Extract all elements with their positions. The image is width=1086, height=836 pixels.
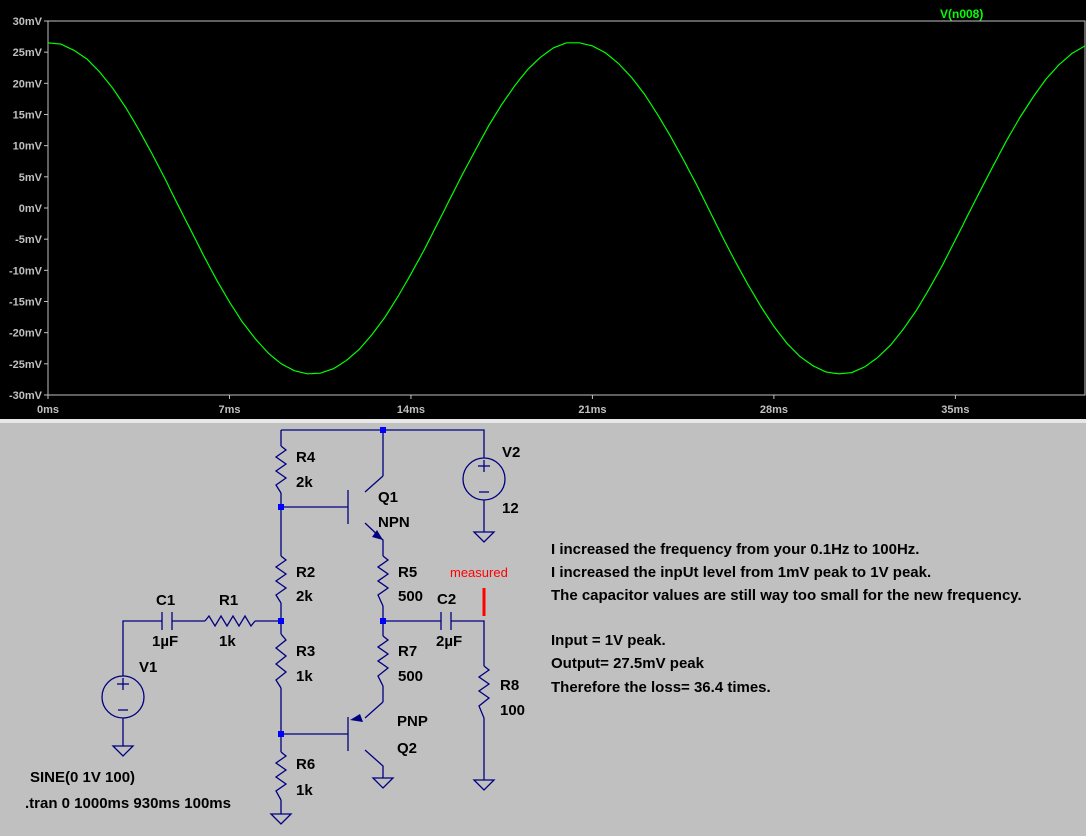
y-tick-label: -30mV <box>9 390 43 402</box>
x-axis-ticks: 0ms 7ms 14ms 21ms 28ms 35ms <box>37 395 969 416</box>
resistor-r5-symbol[interactable] <box>376 555 390 607</box>
y-tick-label: 25mV <box>13 47 43 59</box>
r6-name-label[interactable]: R6 <box>296 756 315 773</box>
y-tick-label: -15mV <box>9 297 43 309</box>
r3-name-label[interactable]: R3 <box>296 643 315 660</box>
note-line: I increased the frequency from your 0.1H… <box>551 541 919 558</box>
y-tick-label: 5mV <box>19 172 43 184</box>
y-tick-label: 0mV <box>19 203 43 215</box>
capacitor-c1-symbol[interactable] <box>161 612 173 630</box>
c2-name-label[interactable]: C2 <box>437 591 456 608</box>
resistor-r1-symbol[interactable] <box>204 614 256 628</box>
r7-name-label[interactable]: R7 <box>398 643 417 660</box>
sine-source-directive[interactable]: SINE(0 1V 100) <box>30 769 135 786</box>
tran-directive[interactable]: .tran 0 1000ms 930ms 100ms <box>25 795 231 812</box>
c2-value-label[interactable]: 2µF <box>436 633 462 650</box>
r8-name-label[interactable]: R8 <box>500 677 519 694</box>
x-tick-label: 35ms <box>941 404 969 416</box>
resistor-r4-symbol[interactable] <box>274 445 288 494</box>
x-tick-label: 0ms <box>37 404 59 416</box>
y-tick-label: 15mV <box>13 110 43 122</box>
y-tick-label: 20mV <box>13 78 43 90</box>
ground-symbol[interactable] <box>371 777 395 789</box>
r4-name-label[interactable]: R4 <box>296 449 316 466</box>
y-tick-label: -25mV <box>9 359 43 371</box>
series-line-v-n008[interactable] <box>47 42 1086 375</box>
r8-value-label[interactable]: 100 <box>500 702 525 719</box>
y-tick-label: 30mV <box>13 16 43 28</box>
note-line: Input = 1V peak. <box>551 632 666 649</box>
comment-block[interactable]: I increased the frequency from your 0.1H… <box>551 541 1022 696</box>
v1-name-label[interactable]: V1 <box>139 659 157 676</box>
voltage-source-v1-symbol[interactable] <box>101 675 145 719</box>
q2-name-label[interactable]: Q2 <box>397 740 417 757</box>
r1-value-label[interactable]: 1k <box>219 633 236 650</box>
resistor-r2-symbol[interactable] <box>274 555 288 604</box>
c1-name-label[interactable]: C1 <box>156 592 175 609</box>
r5-value-label[interactable]: 500 <box>398 588 423 605</box>
waveform-chart[interactable]: 30mV 25mV 20mV 15mV 10mV 5mV 0mV -5mV -10mV -15mV… <box>0 0 1086 420</box>
r3-value-label[interactable]: 1k <box>296 668 313 685</box>
ground-symbol[interactable] <box>472 779 496 791</box>
x-tick-label: 21ms <box>578 404 606 416</box>
junction-dots <box>278 427 386 737</box>
ground-symbol[interactable] <box>269 813 293 825</box>
resistor-r3-symbol[interactable] <box>274 633 288 689</box>
r2-name-label[interactable]: R2 <box>296 564 315 581</box>
note-line: I increased the inpUt level from 1mV pea… <box>551 564 931 581</box>
resistor-r7-symbol[interactable] <box>376 635 390 687</box>
plot-area-frame <box>47 20 1086 396</box>
q1-name-label[interactable]: Q1 <box>378 489 398 506</box>
legend-entry-v-n008[interactable]: V(n008) <box>940 7 983 21</box>
y-tick-label: 10mV <box>13 141 43 153</box>
measured-label: measured <box>450 565 508 580</box>
r6-value-label[interactable]: 1k <box>296 782 313 799</box>
r1-name-label[interactable]: R1 <box>219 592 238 609</box>
x-tick-label: 7ms <box>218 404 240 416</box>
y-tick-label: -10mV <box>9 265 43 277</box>
c1-value-label[interactable]: 1µF <box>152 633 178 650</box>
x-tick-label: 14ms <box>397 404 425 416</box>
y-tick-label: -20mV <box>9 328 43 340</box>
ground-symbol[interactable] <box>472 531 496 543</box>
resistor-r6-symbol[interactable] <box>274 751 288 801</box>
schematic-pane[interactable]: measured R4 2k Q1 NPN V2 12 R2 2k R5 500… <box>0 423 1086 831</box>
waveform-plot-pane[interactable]: 30mV 25mV 20mV 15mV 10mV 5mV 0mV -5mV -10mV -15mV… <box>0 0 1086 420</box>
note-line: Therefore the loss= 36.4 times. <box>551 679 771 696</box>
v2-value-label[interactable]: 12 <box>502 500 519 517</box>
r2-value-label[interactable]: 2k <box>296 588 313 605</box>
note-line: The capacitor values are still way too s… <box>551 587 1022 604</box>
ground-symbol[interactable] <box>111 745 135 757</box>
note-line: Output= 27.5mV peak <box>551 655 705 672</box>
r7-value-label[interactable]: 500 <box>398 668 423 685</box>
resistor-r8-symbol[interactable] <box>477 665 491 719</box>
x-tick-label: 28ms <box>760 404 788 416</box>
transistor-q2-symbol[interactable] <box>347 714 363 751</box>
capacitor-c2-symbol[interactable] <box>440 612 452 630</box>
r4-value-label[interactable]: 2k <box>296 474 313 491</box>
voltage-source-v2-symbol[interactable] <box>462 457 506 501</box>
schematic-canvas[interactable]: measured R4 2k Q1 NPN V2 12 R2 2k R5 500… <box>0 423 1086 831</box>
q1-model-label[interactable]: NPN <box>378 514 410 531</box>
v2-name-label[interactable]: V2 <box>502 444 520 461</box>
y-tick-label: -5mV <box>15 234 43 246</box>
y-axis-ticks: 30mV 25mV 20mV 15mV 10mV 5mV 0mV -5mV -10mV -15mV… <box>9 16 48 402</box>
q2-model-label[interactable]: PNP <box>397 713 428 730</box>
r5-name-label[interactable]: R5 <box>398 564 417 581</box>
